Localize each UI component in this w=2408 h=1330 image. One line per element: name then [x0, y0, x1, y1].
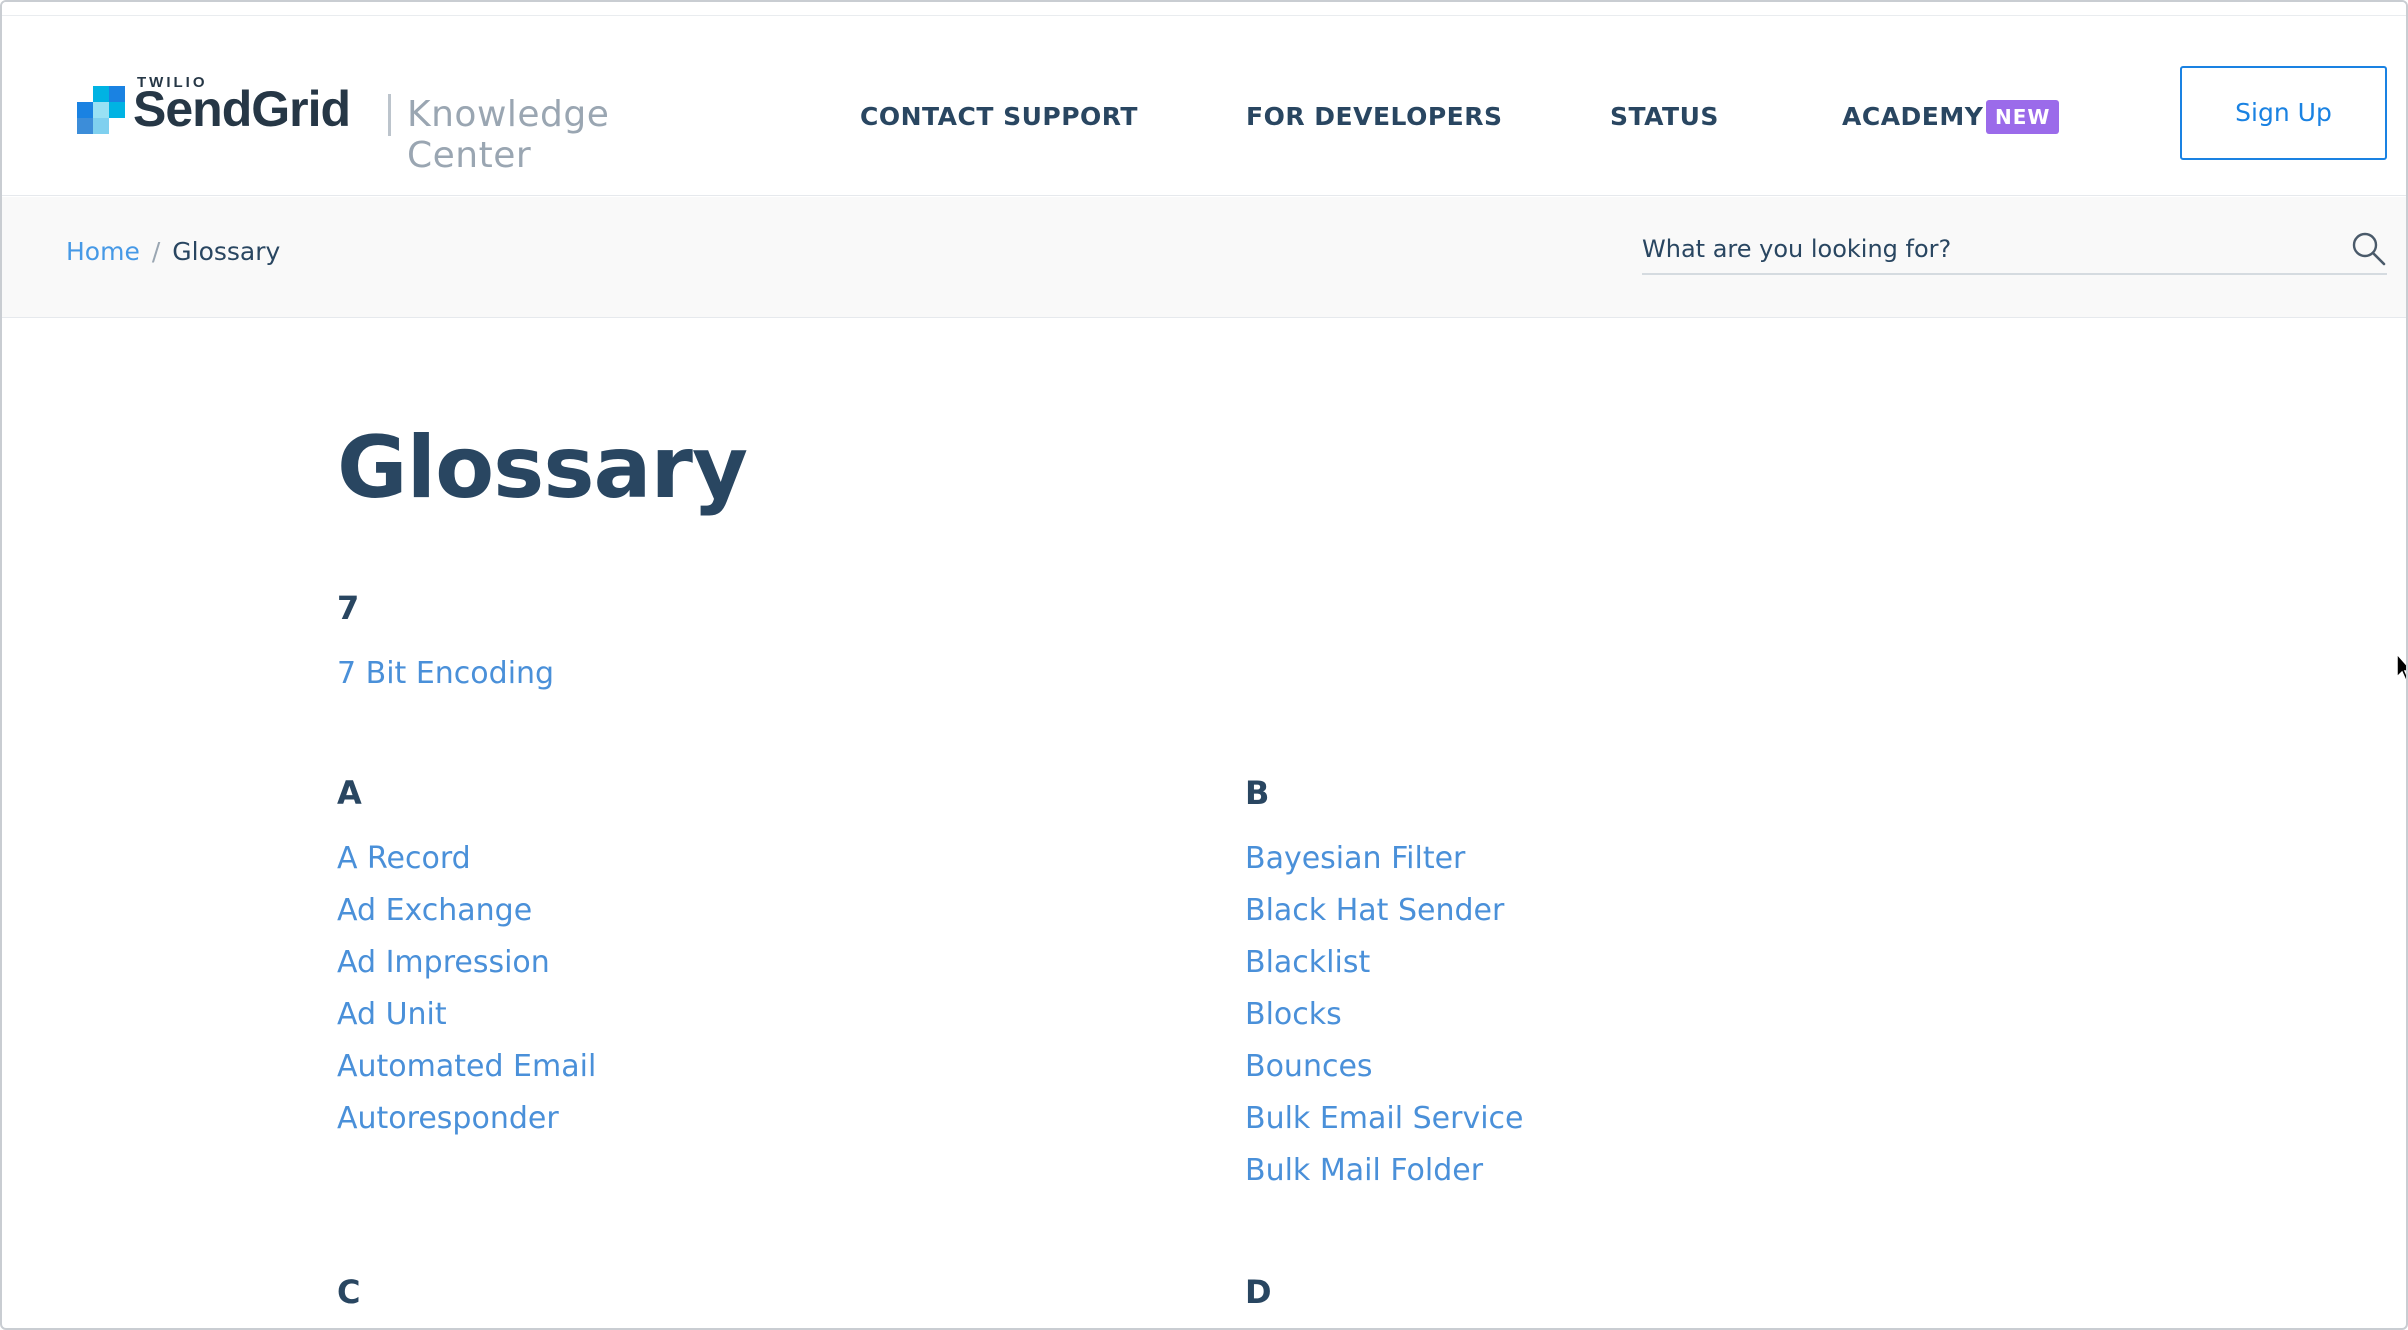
logo-square: [109, 102, 125, 118]
glossary-term-link[interactable]: Blocks: [1245, 989, 1523, 1041]
search-input[interactable]: [1642, 227, 2322, 271]
sendgrid-wordmark: SendGrid: [133, 81, 351, 137]
page-title: Glossary: [337, 418, 748, 518]
mouse-cursor-icon: [2396, 653, 2406, 682]
glossary-term-link[interactable]: Ad Unit: [337, 989, 596, 1041]
logo-divider: [388, 94, 391, 136]
breadcrumb-home-link[interactable]: Home: [66, 237, 140, 266]
glossary-term-link[interactable]: A Record: [337, 833, 596, 885]
nav-academy[interactable]: ACADEMY: [1842, 102, 1983, 131]
section-letter: C: [337, 1273, 361, 1311]
glossary-term-link[interactable]: Blacklist: [1245, 937, 1523, 989]
glossary-content: Glossary 7 7 Bit Encoding A A Record Ad …: [337, 318, 2237, 1328]
section-letter: B: [1245, 774, 1270, 812]
breadcrumb-separator: /: [151, 237, 161, 266]
glossary-term-link[interactable]: Bayesian Filter: [1245, 833, 1523, 885]
glossary-section-c: C: [337, 1270, 361, 1328]
nav-for-developers[interactable]: FOR DEVELOPERS: [1246, 102, 1503, 131]
glossary-term-link[interactable]: Automated Email: [337, 1041, 596, 1093]
section-letter: D: [1245, 1273, 1272, 1311]
breadcrumb-bar: Home / Glossary: [2, 197, 2406, 318]
glossary-section-a: A A Record Ad Exchange Ad Impression Ad …: [337, 771, 596, 1145]
glossary-term-link[interactable]: 7 Bit Encoding: [337, 648, 554, 700]
logo-square: [93, 86, 109, 102]
logo-square: [93, 102, 109, 118]
section-letter: A: [337, 774, 362, 812]
sendgrid-logo[interactable]: TWILIO SendGrid Knowledge Center: [77, 58, 717, 176]
glossary-term-link[interactable]: Autoresponder: [337, 1093, 596, 1145]
glossary-term-link[interactable]: Ad Exchange: [337, 885, 596, 937]
glossary-term-link[interactable]: Bulk Mail Folder: [1245, 1145, 1523, 1197]
glossary-term-link[interactable]: Black Hat Sender: [1245, 885, 1523, 937]
glossary-section-b: B Bayesian Filter Black Hat Sender Black…: [1245, 771, 1523, 1197]
glossary-term-link[interactable]: Bounces: [1245, 1041, 1523, 1093]
logo-square: [77, 102, 93, 118]
browser-viewport: TWILIO SendGrid Knowledge Center CONTACT…: [0, 0, 2408, 1330]
site-header: TWILIO SendGrid Knowledge Center CONTACT…: [2, 16, 2406, 196]
knowledge-center-label: Knowledge Center: [407, 94, 610, 176]
top-strip: [2, 2, 2406, 16]
logo-square: [93, 118, 109, 134]
logo-square: [109, 86, 125, 102]
sendgrid-logo-mark-icon: [77, 86, 127, 136]
glossary-section-7: 7 7 Bit Encoding: [337, 586, 554, 700]
nav-contact-support[interactable]: CONTACT SUPPORT: [860, 102, 1138, 131]
section-letter: 7: [337, 589, 360, 627]
breadcrumb: Home / Glossary: [66, 237, 280, 266]
sign-up-button[interactable]: Sign Up: [2180, 66, 2387, 160]
nav-status[interactable]: STATUS: [1610, 102, 1719, 131]
search-icon[interactable]: [2351, 231, 2387, 267]
search-box: [1642, 227, 2387, 275]
glossary-section-d: D: [1245, 1270, 1272, 1328]
glossary-term-link[interactable]: Bulk Email Service: [1245, 1093, 1523, 1145]
new-badge: NEW: [1986, 100, 2060, 134]
glossary-term-link[interactable]: Ad Impression: [337, 937, 596, 989]
breadcrumb-current: Glossary: [172, 237, 281, 266]
logo-square: [77, 118, 93, 134]
